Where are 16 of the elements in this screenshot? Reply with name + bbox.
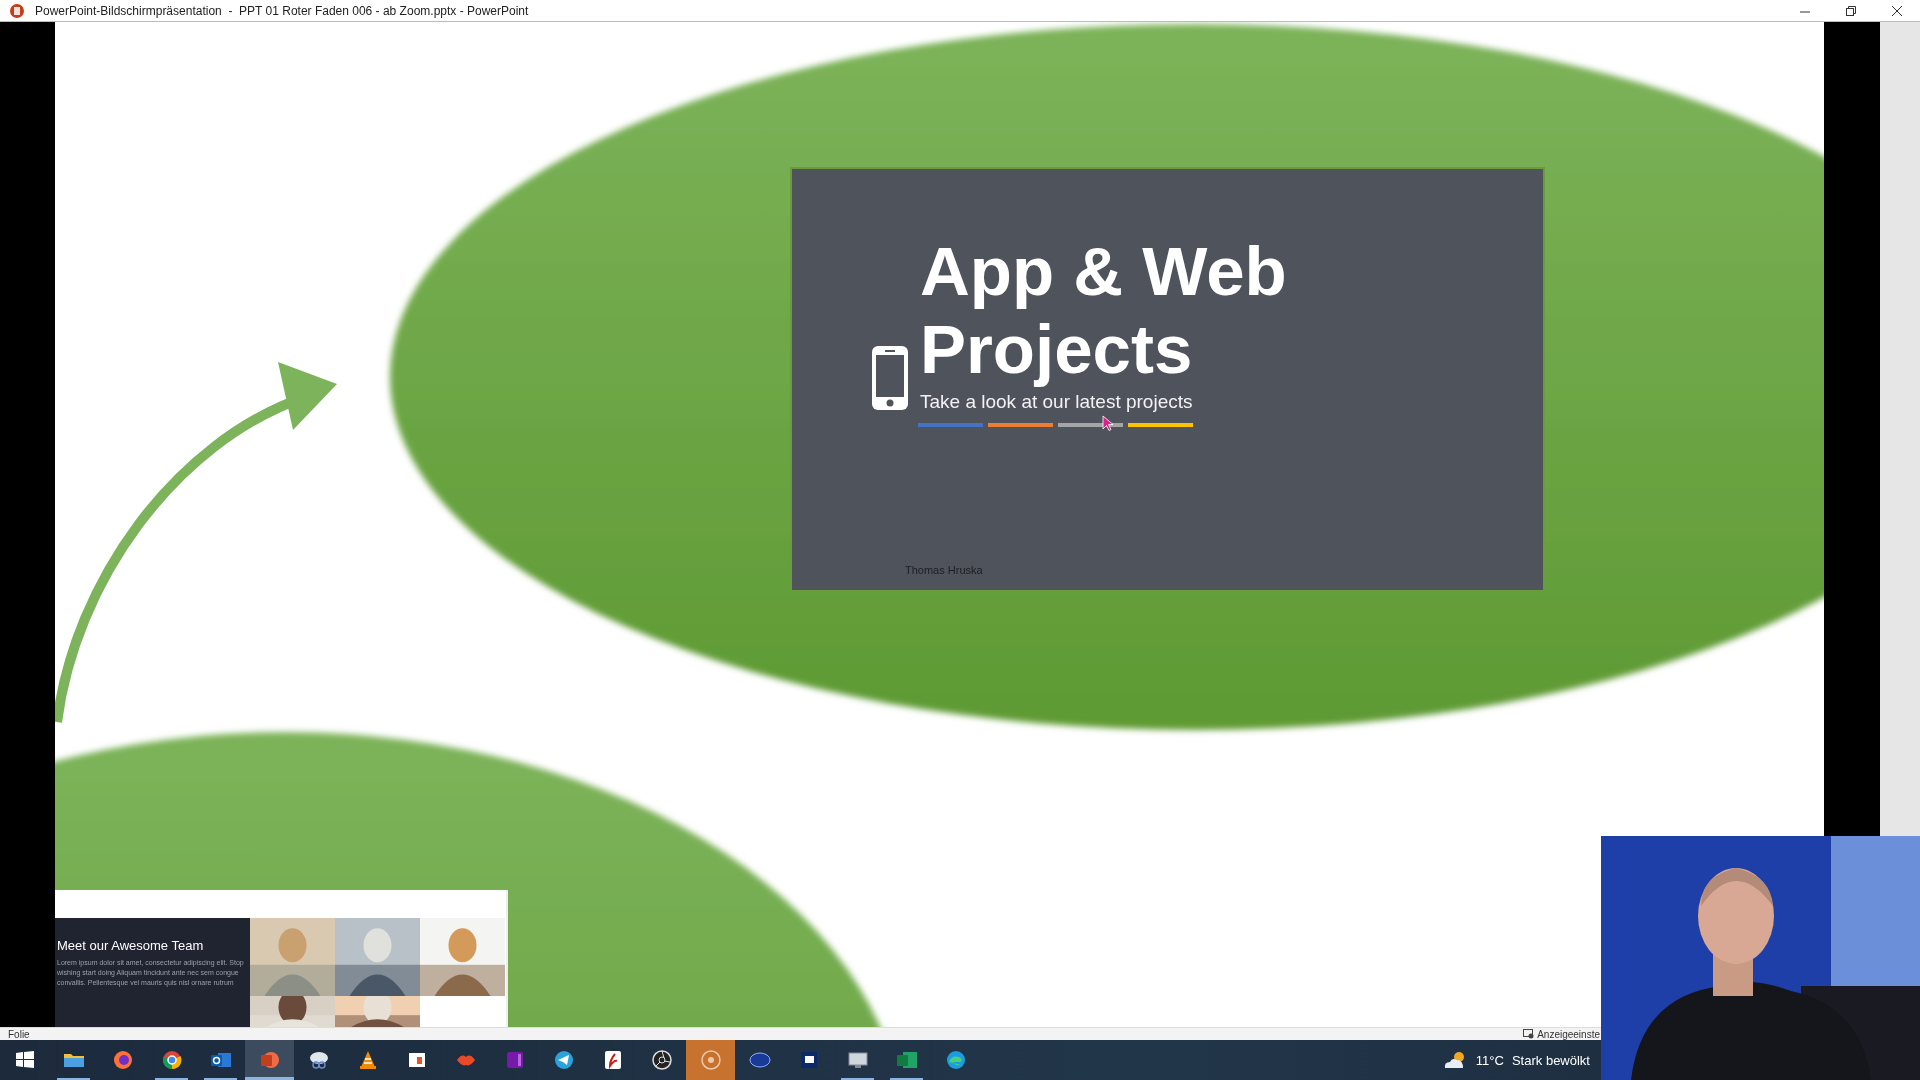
status-text: Folie: [8, 1028, 30, 1040]
window-title: PowerPoint-Bildschirmpräsentation - PPT 01 Roter Faden 006 - ab Zoom.pptx - PowerPoint: [35, 3, 530, 18]
display-settings-icon: [1523, 1029, 1535, 1039]
author-name: Thomas Hruska: [905, 564, 983, 576]
weather-text: Stark bewölkt: [1511, 1052, 1590, 1068]
thumbnail-heading: Meet our Awesome Team: [57, 938, 205, 953]
temperature-text: 11°C: [1475, 1052, 1504, 1068]
close-icon[interactable]: [1892, 5, 1902, 16]
slide-title: App & Web Projects: [920, 233, 1288, 389]
slide-subtitle: Take a look at our latest projects: [920, 391, 1193, 413]
cursor-icon: [1102, 415, 1114, 431]
smartphone-icon: [870, 344, 910, 412]
status-text: Anzeigeeinste: [1537, 1028, 1600, 1040]
record-icon: [698, 1048, 723, 1072]
aperture-icon: [649, 1048, 674, 1072]
restore-icon[interactable]: [1846, 5, 1856, 16]
